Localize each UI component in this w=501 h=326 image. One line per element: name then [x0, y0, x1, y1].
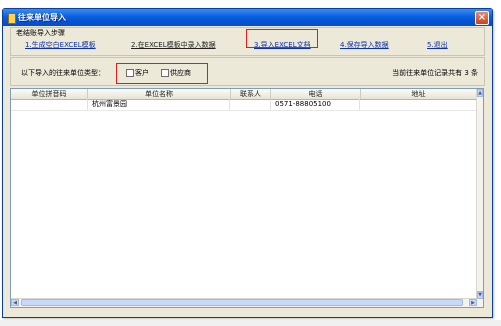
- footer-strip: [0, 320, 501, 326]
- col-unit-name[interactable]: 单位名称: [88, 89, 231, 99]
- step-generate-template[interactable]: 1.生成空白EXCEL模板: [25, 40, 96, 50]
- app-icon: [8, 13, 16, 24]
- window-title: 往来单位导入: [18, 13, 66, 22]
- scroll-down-icon[interactable]: ▼: [477, 291, 483, 299]
- scroll-up-icon[interactable]: ▲: [477, 89, 483, 97]
- cell-unit-name: 杭州富景园: [88, 99, 230, 110]
- col-pinyin-code[interactable]: 单位拼音码: [11, 89, 88, 99]
- unit-type-label: 以下导入的往来单位类型：: [21, 69, 105, 77]
- unit-type-filter: 以下导入的往来单位类型： 客户 供应商 当前往来单位记录共有 3 条: [10, 57, 485, 86]
- vertical-scrollbar[interactable]: ▲ ▼: [476, 89, 483, 307]
- col-phone[interactable]: 电话: [271, 89, 361, 99]
- scroll-left-icon[interactable]: ◀: [11, 299, 19, 306]
- steps-title: 老结账导入步骤: [16, 29, 65, 37]
- title-bar: 往来单位导入 ×: [3, 9, 492, 26]
- data-grid[interactable]: 单位拼音码 单位名称 联系人 电话 地址 杭州富景园 0571-88805100…: [10, 88, 484, 308]
- horizontal-scroll-thumb[interactable]: [21, 299, 463, 306]
- step-enter-data: 2.在EXCEL模板中录入数据: [131, 41, 216, 49]
- cell-pinyin-code: [11, 99, 88, 110]
- cell-address: [361, 99, 476, 110]
- scroll-right-icon[interactable]: ▶: [469, 299, 477, 306]
- cell-contact: [231, 99, 271, 110]
- step-exit[interactable]: 5.退出: [427, 40, 448, 50]
- record-count: 当前往来单位记录共有 3 条: [392, 69, 478, 77]
- highlight-box-type: [116, 63, 208, 84]
- horizontal-scrollbar[interactable]: ◀ ▶: [11, 298, 477, 307]
- cell-phone: 0571-88805100: [271, 99, 360, 110]
- step-save-data[interactable]: 4.保存导入数据: [340, 40, 389, 50]
- col-address[interactable]: 地址: [361, 89, 476, 99]
- col-contact[interactable]: 联系人: [231, 89, 271, 99]
- close-button[interactable]: ×: [475, 11, 489, 25]
- table-row[interactable]: 杭州富景园 0571-88805100: [11, 99, 477, 111]
- highlight-box-import: [246, 29, 318, 48]
